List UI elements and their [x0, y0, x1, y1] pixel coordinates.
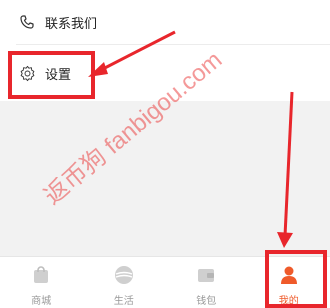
planet-icon: [113, 264, 135, 286]
empty-area: [0, 101, 330, 256]
phone-icon: [18, 13, 36, 31]
contact-us-label: 联系我们: [45, 15, 98, 31]
tab-label: 钱包: [196, 296, 217, 307]
tab-label: 商城: [31, 296, 52, 307]
tab-life[interactable]: 生活: [83, 257, 166, 308]
tab-label: 生活: [113, 296, 134, 307]
settings-highlight-box: [8, 51, 95, 99]
tab-wallet[interactable]: 钱包: [165, 257, 248, 308]
mine-tab-highlight-box: [265, 250, 327, 308]
shopping-bag-icon: [30, 264, 52, 286]
tab-mall[interactable]: 商城: [0, 257, 83, 308]
contact-us-row[interactable]: 联系我们: [0, 0, 330, 44]
wallet-icon: [195, 264, 217, 286]
